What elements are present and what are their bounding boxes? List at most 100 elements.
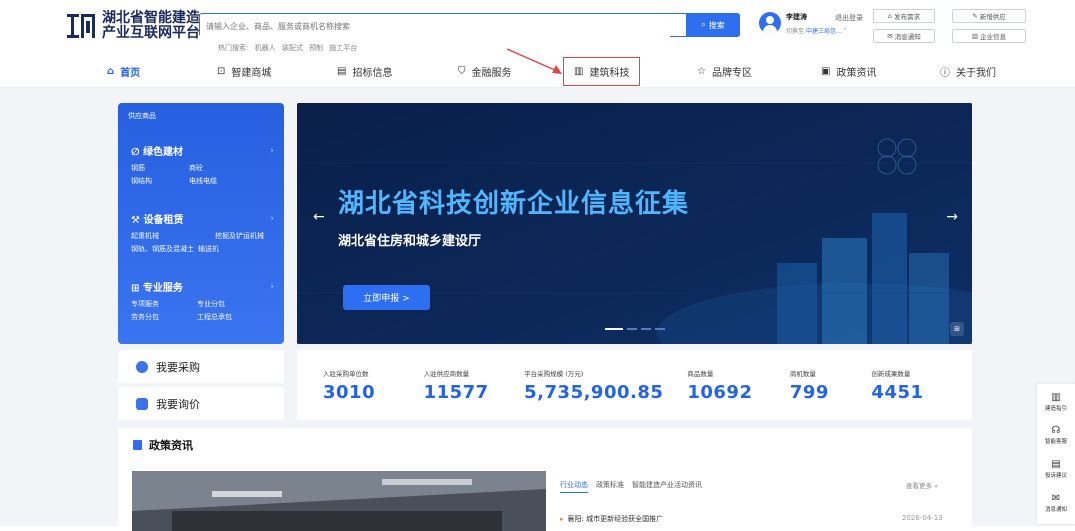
banner-prev-arrow-icon[interactable]: ←: [313, 209, 325, 225]
nav-brand[interactable]: ☆ 品牌专区: [697, 60, 752, 82]
about-icon: ⓘ: [940, 67, 950, 79]
nav-brand-label: 品牌专区: [711, 67, 752, 79]
purchase-button[interactable]: 我要采购: [118, 350, 284, 383]
float-guide-label: 建造指引: [1044, 406, 1067, 412]
stat-innovations: 创新成果数量 4451: [871, 350, 972, 420]
nav-smart-mall-label: 智建商城: [231, 67, 272, 79]
stat-value: 4451: [871, 382, 924, 403]
hot-search-item[interactable]: 预制: [309, 44, 323, 52]
hot-search: 热门搜索: 机器人 装配式 预制 施工平台: [218, 43, 361, 53]
leaf-icon: ∅: [131, 147, 140, 158]
category-item[interactable]: 电线电缆: [189, 176, 247, 186]
category-equipment-rental[interactable]: ⚒ 设备租赁 › 起重机械 挖掘及铲运机械 钢轨、钢筋及混凝土 输送机: [131, 211, 274, 254]
policy-title-text: 政策资讯: [149, 439, 193, 452]
stat-label: 入驻采购单位数: [323, 370, 369, 378]
float-message[interactable]: ✉ 消息通知: [1037, 493, 1075, 513]
smart-mall-icon: ⊡: [217, 65, 226, 77]
annotation-arrow-icon: [506, 48, 562, 74]
float-guide[interactable]: ▥ 建造指引: [1037, 392, 1075, 412]
news-item-title[interactable]: 襄阳: 城市更新经验获全国推广: [560, 514, 664, 524]
publish-demand-button[interactable]: ⌂ 发布需求: [873, 9, 935, 23]
category-sidebar: 供应商品 ∅ 绿色建材 › 钢筋 商砼 钢结构 电线电缆 ⚒ 设备租赁 › 起重机械 挖掘…: [118, 103, 284, 344]
stat-purchasers: 入驻采购单位数 3010: [323, 350, 424, 420]
sidebar-head: 供应商品: [128, 112, 156, 120]
search-input[interactable]: [200, 15, 670, 38]
header: 湖北省智能建造 产业互联网平台 ⌕ 搜索 热门搜索: 机器人 装配式 预制 施工…: [0, 0, 1075, 88]
carousel-dot[interactable]: [655, 328, 665, 330]
org-switch-value: 中建三局信... ˅: [806, 28, 847, 35]
purchase-icon: [136, 360, 148, 373]
category-professional-services[interactable]: ⊞ 专业服务 › 专项服务 专业分包 劳务分包 工程总承包: [131, 279, 274, 322]
view-more-link[interactable]: 查看更多 »: [906, 480, 938, 490]
tab-industry-news[interactable]: 行业动态: [560, 480, 588, 493]
add-supply-button[interactable]: ✎ 新增供应: [952, 9, 1026, 23]
carousel-dot[interactable]: [627, 328, 637, 330]
logo-line-2: 产业互联网平台: [102, 25, 200, 41]
stat-label: 平台采购规模 (万元): [524, 370, 584, 378]
logout-link[interactable]: 退出登录: [835, 13, 863, 23]
category-item[interactable]: 挖掘及铲运机械: [215, 231, 264, 241]
category-item[interactable]: 劳务分包: [131, 312, 197, 322]
hot-search-item[interactable]: 装配式: [282, 44, 303, 52]
carousel-dot[interactable]: [605, 328, 623, 330]
banner-next-arrow-icon[interactable]: →: [946, 209, 958, 225]
policy-icon: ▣: [821, 65, 831, 77]
company-info-button[interactable]: ▥ 企业信息: [952, 29, 1026, 43]
nav-building-tech[interactable]: ▥ 建筑科技: [563, 57, 641, 86]
tab-policy-standards[interactable]: 政策标准: [596, 480, 624, 493]
hot-search-label: 热门搜索:: [218, 44, 249, 52]
building-tech-icon: ▥: [574, 66, 584, 77]
category-item[interactable]: 专项服务: [131, 299, 197, 309]
stat-value: 10692: [687, 382, 753, 403]
nav-bidding[interactable]: ▤ 招标信息: [337, 60, 392, 82]
category-item[interactable]: 起重机械: [131, 231, 215, 241]
message-notice-label: 消息通知: [894, 33, 921, 41]
apply-now-button[interactable]: 立即申报 >: [343, 285, 430, 310]
home-icon: ⌂: [107, 65, 115, 77]
avatar[interactable]: [759, 12, 781, 34]
nav-about[interactable]: ⓘ 关于我们: [940, 60, 996, 82]
category-item[interactable]: 钢结构: [131, 176, 189, 186]
float-message-label: 消息通知: [1044, 507, 1067, 513]
news-photo[interactable]: [132, 471, 546, 531]
nav-home[interactable]: ⌂ 首页: [107, 60, 140, 82]
float-service[interactable]: ☊ 智能客服: [1037, 425, 1075, 445]
search-button[interactable]: ⌕ 搜索: [686, 13, 740, 37]
edit-icon: ✎: [972, 12, 978, 20]
message-notice-button[interactable]: ✉ 消息通知: [873, 29, 935, 43]
nav-policy[interactable]: ▣ 政策资讯: [821, 60, 876, 82]
category-item[interactable]: 输送机: [198, 244, 256, 254]
nav-finance[interactable]: ⛉ 金融服务: [458, 60, 512, 82]
logo-mark-icon: [67, 14, 95, 38]
user-info: 李建涛 切换至:中建三局信... ˅: [759, 12, 847, 35]
nav-smart-mall[interactable]: ⊡ 智建商城: [217, 60, 271, 82]
service-icon: ☊: [1051, 425, 1061, 436]
stat-opportunities: 商机数量 799: [790, 350, 872, 420]
hot-search-item[interactable]: 机器人: [255, 44, 276, 52]
org-switch[interactable]: 切换至:中建三局信... ˅: [786, 26, 847, 35]
category-item[interactable]: 工程总承包: [197, 312, 255, 322]
bidding-icon: ▤: [337, 65, 347, 77]
nav-building-tech-label: 建筑科技: [589, 68, 630, 79]
carousel-dot[interactable]: [641, 328, 651, 330]
float-feedback[interactable]: ▤ 投诉建议: [1037, 459, 1075, 479]
category-item[interactable]: 钢轨、钢筋及混凝土: [131, 244, 194, 254]
inquiry-button[interactable]: 我要询价: [118, 387, 284, 420]
banner-grid-icon[interactable]: ⊞: [950, 322, 964, 336]
search-button-label: 搜索: [708, 20, 725, 30]
category-item[interactable]: 商砼: [189, 163, 247, 173]
banner-title: 湖北省科技创新企业信息征集: [338, 189, 690, 219]
hero-banner[interactable]: ← → 湖北省科技创新企业信息征集 湖北省住房和城乡建设厅 立即申报 > ⊞: [297, 103, 972, 344]
stat-label: 创新成果数量: [871, 370, 911, 378]
category-title: 绿色建材: [143, 147, 184, 158]
stats-bar: 入驻采购单位数 3010 入驻供应商数量 11577 平台采购规模 (万元) 5,73…: [297, 350, 972, 420]
float-feedback-label: 投诉建议: [1044, 473, 1067, 479]
platform-logo[interactable]: 湖北省智能建造 产业互联网平台: [66, 11, 200, 41]
news-item-date: 2026-04-13: [902, 514, 943, 522]
category-item[interactable]: 专业分包: [197, 299, 255, 309]
category-green-materials[interactable]: ∅ 绿色建材 › 钢筋 商砼 钢结构 电线电缆: [131, 143, 274, 186]
brand-icon: ☆: [697, 65, 706, 77]
hot-search-item[interactable]: 施工平台: [329, 44, 357, 52]
tab-activity-news[interactable]: 智能建造产业活动资讯: [632, 480, 702, 493]
category-item[interactable]: 钢筋: [131, 163, 189, 173]
